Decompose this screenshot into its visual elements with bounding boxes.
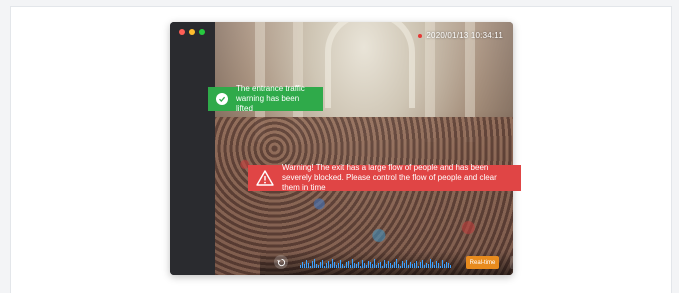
waveform-bar [316,264,317,268]
waveform-bar [338,263,339,268]
microphone-icon [513,258,514,267]
waveform-bar [360,266,361,268]
waveform-bar [392,265,393,268]
waveform-bar [354,263,355,268]
video-timestamp: 2020/01/13 10:34:11 [418,31,503,40]
background-arch [325,22,415,108]
waveform-bar [300,265,301,268]
waveform-bar [420,262,421,268]
waveform-bar [440,266,441,268]
waveform-bar [318,265,319,268]
waveform-bar [406,260,407,268]
waveform-bar [408,265,409,268]
waveform-bar [324,266,325,268]
waveform-bar [424,265,425,268]
waveform-bar [366,265,367,268]
waveform-bar [446,262,447,268]
close-window-dot[interactable] [179,29,185,35]
waveform-bar [430,259,431,268]
waveform-bar [336,265,337,268]
waveform-bar [322,260,323,268]
waveform-bar [370,262,371,268]
waveform-bar [434,265,435,268]
waveform-bar [410,262,411,268]
waveform-bar [346,262,347,268]
playback-controls: Real-time [260,251,513,275]
waveform-bar [356,264,357,268]
waveform-bar [302,262,303,268]
timestamp-text: 2020/01/13 10:34:11 [426,31,503,40]
waveform-bar [326,263,327,268]
waveform-bar [314,259,315,268]
waveform-bar [448,263,449,268]
waveform-bar [348,261,349,268]
warning-icon [256,170,274,186]
success-alert-text: The entrance traffic warning has been li… [236,84,305,113]
waveform-bar [382,266,383,268]
waveform-bar [418,266,419,268]
waveform-bar [388,261,389,268]
maximize-window-dot[interactable] [199,29,205,35]
warning-alert-text: Warning! The exit has a large flow of pe… [282,163,497,192]
minimize-window-dot[interactable] [189,29,195,35]
waveform-bar [390,263,391,268]
waveform-bar [432,262,433,268]
waveform-bar [386,264,387,268]
waveform-bar [352,259,353,268]
realtime-button[interactable]: Real-time [466,256,499,269]
waveform-bar [340,260,341,268]
surveillance-video: 2020/01/13 10:34:11 Real-time [215,22,513,275]
audio-waveform [300,259,460,268]
waveform-bar [328,261,329,268]
replay-button[interactable] [274,255,288,269]
waveform-bar [376,265,377,268]
waveform-bar [444,264,445,268]
waveform-bar [310,266,311,268]
waveform-bar [332,259,333,268]
waveform-bar [372,264,373,268]
waveform-bar [320,262,321,268]
waveform-bar [416,261,417,268]
check-icon [216,93,228,105]
waveform-bar [402,261,403,268]
waveform-bar [364,263,365,268]
replay-icon [276,258,285,266]
microphone-button[interactable] [510,256,513,269]
waveform-bar [438,263,439,268]
waveform-bar [414,263,415,268]
warning-alert: Warning! The exit has a large flow of pe… [248,163,521,192]
window-sidebar [170,22,215,275]
waveform-bar [384,260,385,268]
waveform-bar [334,262,335,268]
waveform-bar [394,262,395,268]
video-monitor-window: 2020/01/13 10:34:11 Real-time [170,22,513,275]
waveform-bar [362,260,363,268]
waveform-bar [436,261,437,268]
waveform-bar [306,260,307,268]
waveform-bar [404,263,405,268]
waveform-bar [350,265,351,268]
waveform-bar [400,266,401,268]
recording-dot-icon [418,33,423,38]
waveform-bar [412,264,413,268]
waveform-bar [396,259,397,268]
success-alert: The entrance traffic warning has been li… [208,84,323,113]
waveform-bar [380,262,381,268]
waveform-bar [304,264,305,268]
waveform-bar [368,261,369,268]
waveform-bar [308,263,309,268]
waveform-bar [428,264,429,268]
waveform-bar [330,264,331,268]
waveform-bar [342,264,343,268]
waveform-bar [344,266,345,268]
waveform-bar [450,265,451,268]
waveform-bar [374,259,375,268]
waveform-bar [442,260,443,268]
waveform-bar [398,264,399,268]
waveform-bar [312,261,313,268]
waveform-bar [378,263,379,268]
waveform-bar [422,260,423,268]
waveform-bar [426,263,427,268]
waveform-bar [358,262,359,268]
